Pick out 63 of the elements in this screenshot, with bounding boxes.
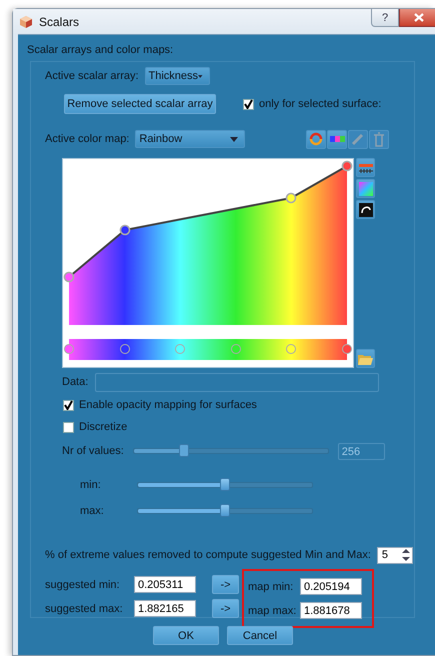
apply-button[interactable]: -> bbox=[212, 599, 239, 618]
checkbox-label: Discretize bbox=[79, 421, 128, 433]
gradient-square-icon bbox=[358, 182, 372, 196]
color-stop[interactable] bbox=[64, 344, 74, 354]
data-field[interactable] bbox=[95, 372, 380, 392]
cube-icon bbox=[19, 14, 33, 28]
field-label: map min: bbox=[248, 580, 294, 592]
control-point[interactable] bbox=[342, 160, 352, 172]
circular-arrows-icon bbox=[309, 132, 324, 146]
trash-button[interactable] bbox=[369, 130, 390, 148]
close-button[interactable] bbox=[399, 9, 435, 27]
field-label: suggested min: bbox=[45, 578, 121, 590]
color-swatch-button[interactable] bbox=[327, 130, 348, 148]
scalar-array-dropdown[interactable]: Thickness bbox=[144, 67, 210, 85]
trash-icon bbox=[373, 132, 386, 146]
close-icon bbox=[414, 13, 424, 22]
folder-icon bbox=[358, 352, 373, 364]
color-swatch-icon bbox=[330, 134, 345, 144]
field-label: % of extreme values removed to compute suggested Min and Max: bbox=[45, 549, 371, 561]
value-field[interactable]: 0.205311 bbox=[134, 576, 196, 593]
control-point[interactable] bbox=[64, 272, 74, 282]
pencil-icon bbox=[351, 132, 366, 146]
spin-box[interactable]: 5 bbox=[376, 546, 413, 564]
checkbox-label: only for selected surface: bbox=[259, 98, 382, 110]
value-field[interactable]: 1.882165 bbox=[134, 600, 196, 617]
remove-button[interactable]: Remove selected scalar array bbox=[64, 94, 216, 114]
value-field[interactable]: 0.205194 bbox=[300, 578, 362, 595]
color-map-editor[interactable] bbox=[62, 158, 354, 368]
field-label: min: bbox=[80, 479, 102, 491]
control-point[interactable] bbox=[120, 224, 130, 236]
field-label: suggested max: bbox=[45, 602, 124, 614]
checkbox[interactable] bbox=[63, 400, 74, 410]
field-label: max: bbox=[80, 505, 105, 517]
ruler-button[interactable] bbox=[356, 158, 375, 177]
folder-button[interactable] bbox=[356, 349, 375, 368]
field-label: Data: bbox=[62, 376, 88, 388]
slider-thumb[interactable] bbox=[220, 504, 230, 517]
field-label: Nr of values: bbox=[62, 445, 124, 457]
field-label: Active color map: bbox=[45, 133, 130, 145]
apply-button[interactable]: -> bbox=[212, 575, 239, 594]
checkbox[interactable] bbox=[63, 422, 74, 432]
checkbox[interactable] bbox=[243, 98, 254, 110]
cancel-button[interactable]: Cancel bbox=[227, 626, 293, 645]
ok-button[interactable]: OK bbox=[153, 626, 219, 645]
value-field[interactable]: 1.881678 bbox=[300, 602, 362, 619]
circular-arrows-button[interactable] bbox=[306, 130, 326, 148]
group-title: Scalar arrays and color maps: bbox=[27, 43, 174, 57]
caret-icon bbox=[230, 136, 238, 142]
slider-thumb[interactable] bbox=[220, 478, 230, 491]
checkbox-label: Enable opacity mapping for surfaces bbox=[79, 399, 257, 411]
help-button[interactable]: ? bbox=[371, 9, 399, 27]
window-title: Scalars bbox=[39, 14, 80, 28]
color-map-dropdown[interactable]: Rainbow bbox=[135, 130, 246, 148]
control-point[interactable] bbox=[286, 192, 296, 204]
spin-arrows-icon bbox=[402, 548, 410, 562]
field-label: Active scalar array: bbox=[45, 70, 139, 82]
ruler-icon bbox=[358, 162, 372, 174]
swirl-icon bbox=[358, 202, 372, 216]
pencil-button[interactable] bbox=[348, 130, 368, 148]
field-label: map max: bbox=[248, 604, 298, 616]
swirl-button[interactable] bbox=[356, 200, 375, 219]
color-stop[interactable] bbox=[342, 344, 352, 354]
caret-icon bbox=[198, 74, 203, 78]
